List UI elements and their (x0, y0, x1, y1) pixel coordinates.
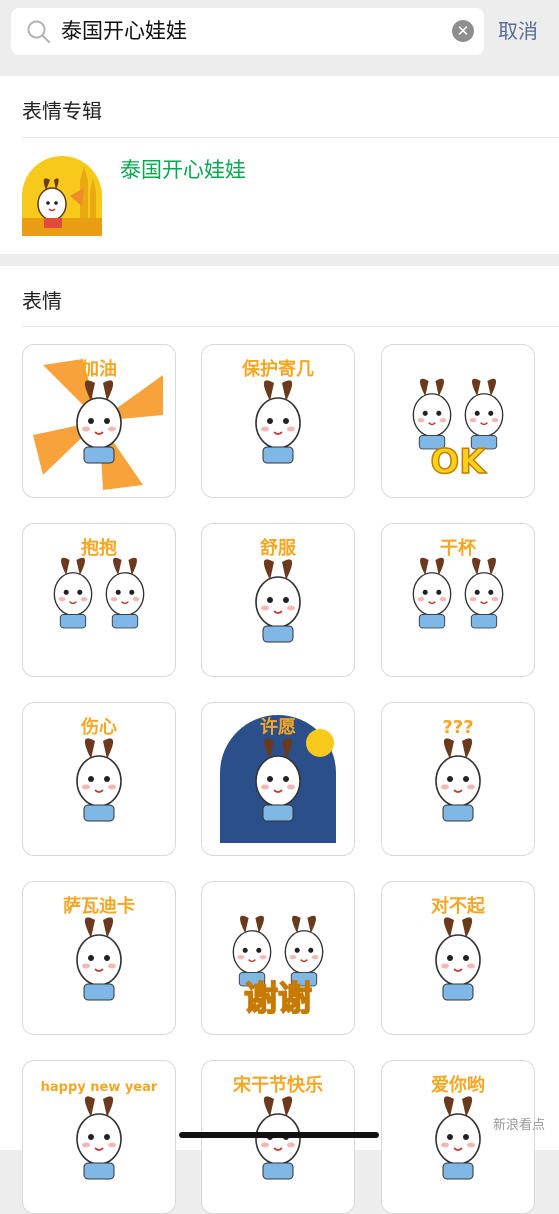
search-icon (27, 20, 50, 43)
sticker-tile[interactable]: 爱你哟 (381, 1060, 535, 1214)
sticker-image: 伤心 (76, 716, 122, 822)
search-input[interactable]: 泰国开心娃娃 ✕ (11, 8, 484, 55)
clear-icon[interactable]: ✕ (452, 20, 474, 42)
album-section: 表情专辑 泰国开心娃娃 (0, 76, 559, 254)
sticker-caption: 萨瓦迪卡 (63, 895, 135, 917)
sticker-image: 加油 (33, 358, 163, 490)
sticker-image: 萨瓦迪卡 (63, 895, 135, 1001)
sticker-caption: 保护寄几 (241, 358, 314, 380)
sticker-image: happy new year (41, 1080, 158, 1180)
sticker-image: 许愿 (220, 715, 336, 843)
sticker-tile[interactable]: 许愿 (201, 702, 355, 856)
divider (22, 137, 559, 138)
sticker-caption: OK (430, 442, 487, 482)
sticker-caption: 爱你哟 (431, 1074, 485, 1096)
sticker-tile[interactable]: 舒服 (201, 523, 355, 677)
sticker-caption: happy new year (41, 1080, 158, 1095)
sticker-image: 爱你哟 (431, 1074, 485, 1180)
sticker-image: ??? (435, 717, 481, 822)
sticker-caption: 伤心 (80, 716, 117, 738)
sticker-caption: 加油 (80, 358, 117, 380)
sticker-section-title: 表情 (22, 289, 62, 313)
sticker-tile[interactable]: 加油 (22, 344, 176, 498)
album-thumbnail[interactable] (22, 156, 102, 236)
cancel-button[interactable]: 取消 (498, 8, 538, 55)
watermark-text: 新浪看点 (492, 1118, 545, 1133)
sticker-tile[interactable]: 抱抱 (22, 523, 176, 677)
sticker-image: OK (412, 378, 504, 483)
album-cover-image (22, 156, 102, 236)
sticker-caption: 谢谢 (244, 979, 312, 1019)
sticker-image: 抱抱 (53, 537, 145, 629)
sticker-tile[interactable]: 伤心 (22, 702, 176, 856)
sticker-caption: 许愿 (260, 716, 296, 738)
sticker-tile[interactable]: ??? (381, 702, 535, 856)
sticker-caption: 对不起 (431, 895, 486, 917)
sticker-caption: ??? (442, 717, 473, 738)
divider (22, 326, 559, 327)
sticker-tile[interactable]: 对不起 (381, 881, 535, 1035)
album-name-link[interactable]: 泰国开心娃娃 (120, 154, 246, 184)
sticker-tile[interactable]: 谢谢 (201, 881, 355, 1035)
sticker-image: 保护寄几 (241, 358, 314, 464)
sticker-section: 表情 加油 保护寄几 OK 抱抱 舒服 干杯伤心 许愿??? 萨瓦迪卡谢谢 对不起 happy n… (0, 266, 559, 1214)
sticker-caption: 宋干节快乐 (233, 1074, 323, 1096)
search-bar: 泰国开心娃娃 ✕ 取消 (0, 0, 559, 64)
sticker-tile[interactable]: happy new year (22, 1060, 176, 1214)
sticker-tile[interactable]: 萨瓦迪卡 (22, 881, 176, 1035)
sticker-image: 干杯 (412, 537, 504, 629)
sticker-caption: 舒服 (260, 537, 297, 559)
sticker-tile[interactable]: OK (381, 344, 535, 498)
sticker-image: 对不起 (431, 895, 486, 1001)
album-section-title: 表情专辑 (22, 99, 102, 123)
sticker-caption: 抱抱 (81, 537, 117, 559)
sticker-image: 舒服 (255, 537, 301, 643)
sticker-caption: 干杯 (440, 537, 477, 559)
sticker-tile[interactable]: 干杯 (381, 523, 535, 677)
home-indicator (179, 1132, 379, 1138)
search-query: 泰国开心娃娃 (61, 19, 187, 43)
sticker-tile[interactable]: 保护寄几 (201, 344, 355, 498)
sticker-image: 谢谢 (232, 915, 324, 1020)
